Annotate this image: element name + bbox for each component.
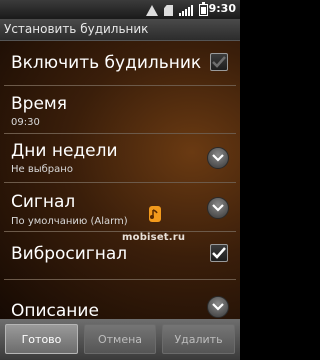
enable-alarm-checkbox[interactable] — [210, 53, 228, 71]
warning-icon — [146, 5, 158, 16]
description-label: Описание — [11, 301, 99, 319]
days-row[interactable]: Дни недели Не выбрано — [0, 134, 240, 181]
signal-icon — [179, 4, 193, 16]
description-expand-button[interactable] — [207, 296, 229, 318]
ringtone-label: Сигнал — [11, 192, 76, 212]
sd-card-icon — [164, 5, 173, 16]
days-value: Не выбрано — [11, 164, 73, 175]
enable-alarm-label: Включить будильник — [11, 53, 202, 73]
settings-list: Включить будильник Время 09:30 Дни недел… — [0, 41, 240, 319]
button-bar: Готово Отмена Удалить — [0, 319, 240, 360]
time-label: Время — [11, 94, 67, 114]
chevron-down-icon — [212, 154, 224, 162]
chevron-down-icon — [212, 204, 224, 212]
days-expand-button[interactable] — [207, 147, 229, 169]
days-label: Дни недели — [11, 141, 118, 161]
checkmark-icon — [212, 247, 226, 259]
chevron-down-icon — [212, 303, 224, 311]
ringtone-row[interactable]: Сигнал По умолчанию (Alarm) — [0, 183, 240, 230]
checkmark-icon-dim — [212, 56, 226, 68]
vibrate-checkbox[interactable] — [210, 244, 228, 262]
status-bar: 9:30 — [0, 0, 240, 19]
vibrate-label: Вибросигнал — [11, 244, 128, 264]
watermark-logo-icon — [149, 206, 161, 222]
enable-alarm-row[interactable]: Включить будильник — [0, 41, 240, 83]
title-bar: Установить будильник — [0, 19, 240, 41]
vibrate-row[interactable]: Вибросигнал — [0, 232, 240, 277]
page-title: Установить будильник — [4, 22, 149, 36]
done-button[interactable]: Готово — [5, 324, 78, 354]
status-time: 9:30 — [208, 2, 236, 15]
status-icons — [146, 2, 208, 16]
description-row[interactable]: Описание — [0, 280, 240, 319]
watermark-text: mobiset.ru — [122, 232, 186, 243]
battery-icon — [199, 2, 208, 16]
time-value: 09:30 — [11, 117, 40, 128]
time-row[interactable]: Время 09:30 — [0, 86, 240, 133]
cancel-button[interactable]: Отмена — [84, 324, 156, 354]
ringtone-value: По умолчанию (Alarm) — [11, 216, 128, 227]
delete-button[interactable]: Удалить — [162, 324, 235, 354]
ringtone-expand-button[interactable] — [207, 197, 229, 219]
